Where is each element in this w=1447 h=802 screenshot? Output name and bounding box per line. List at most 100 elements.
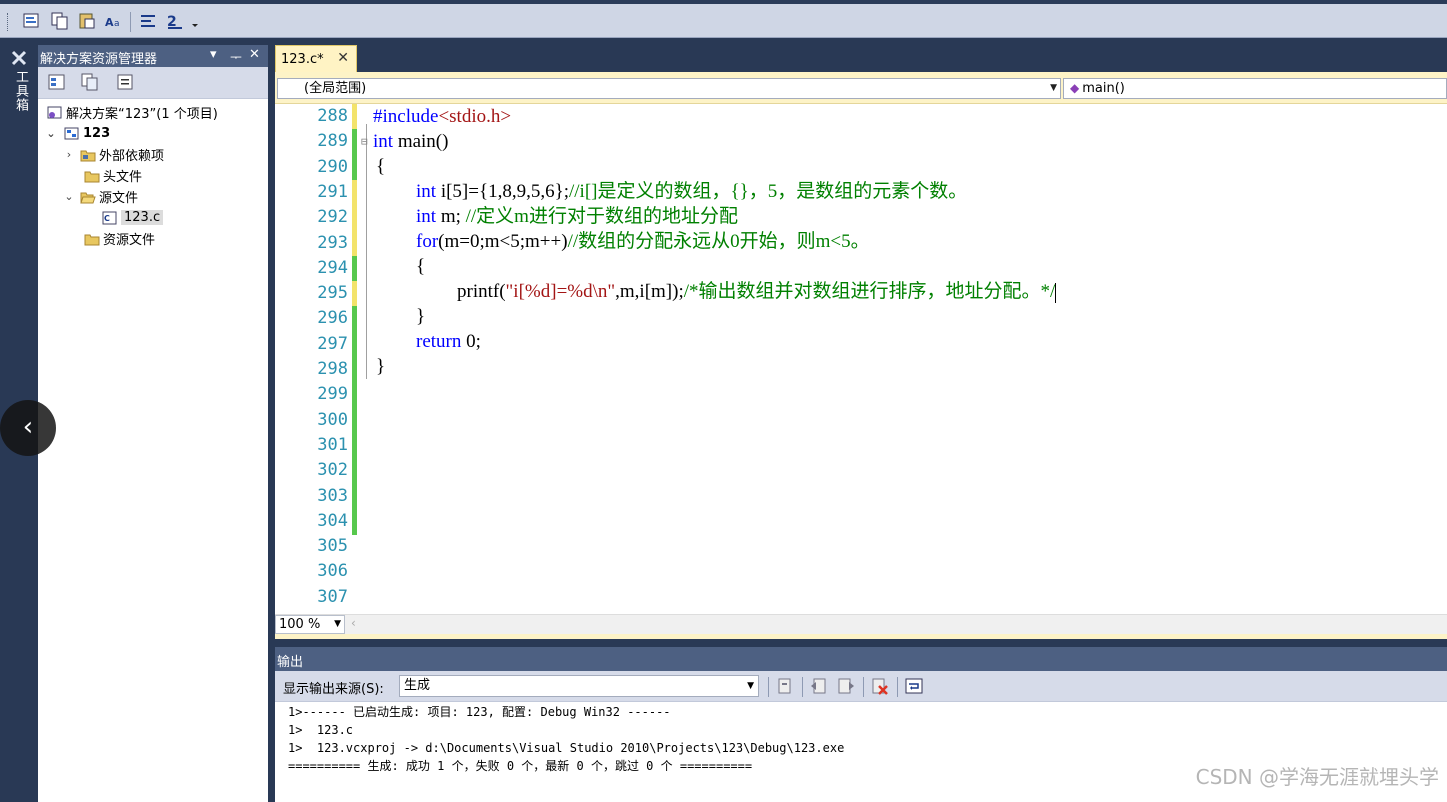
code-token: m; [436,206,466,227]
editor-status-strip: 100 % ▼ ‹ [275,614,1447,634]
solution-explorer-panel: 解决方案资源管理器 ▾ ᅮ ✕ 解决方案“123”(1 个项目) ⌄ 123 ›… [38,45,268,802]
copy-icon[interactable] [50,11,70,31]
line-number: 293 [317,232,348,253]
code-line[interactable]: } [416,304,425,329]
line-number: 304 [317,510,348,531]
prev-message-icon[interactable] [809,676,829,696]
code-line[interactable]: { [376,154,385,179]
line-number: 289 [317,131,348,152]
unsaved-change-marker [352,230,357,257]
find-message-icon[interactable] [775,676,795,696]
toolbar-separator [802,677,803,697]
code-line[interactable]: return 0; [416,329,481,354]
tree-item-headers[interactable]: 头文件 [80,165,142,186]
chevron-left-icon: ‹ [22,412,34,442]
font-icon[interactable]: Aa [104,11,124,31]
code-line[interactable]: int i[5]={1,8,9,5,6};//i[]是定义的数组，{}，5，是数… [416,179,967,204]
saved-change-marker [352,255,357,282]
code-line[interactable]: { [416,254,425,279]
code-line[interactable]: } [376,354,385,379]
toolbox-icon [9,48,29,68]
text-caret [1055,282,1057,303]
tab-123c[interactable]: 123.c* ✕ [275,45,357,72]
clear-all-icon[interactable] [870,676,890,696]
show-all-files-icon[interactable] [80,72,100,92]
svg-text:A: A [105,16,114,29]
chevron-down-icon[interactable]: ⌄ [44,127,58,140]
close-icon[interactable]: ✕ [337,50,349,66]
solution-icon [47,106,63,120]
toolbox-label[interactable]: 工具箱 [11,70,30,112]
line-number: 288 [317,106,348,126]
code-editor[interactable]: 288 289 290 291 292 293 294 295 296 297 298 299 300 3… [275,104,1447,614]
comment-token: /*输出数组并对数组进行排序，地址分配。*/ [683,281,1056,302]
tree-label: 外部依赖项 [99,149,165,164]
back-button[interactable]: ‹ [0,400,56,456]
toolbar-grip[interactable] [7,13,10,31]
editor-tab-strip: 123.c* ✕ [275,45,1447,72]
tree-label: 头文件 [103,170,143,185]
solution-explorer-title: 解决方案资源管理器 [40,52,158,67]
more-icon[interactable] [190,11,200,31]
line-number: 295 [317,283,348,304]
code-line[interactable]: int m; //定义m进行对于数组的地址分配 [416,204,738,229]
code-line[interactable]: for(m=0;m<5;m++)//数组的分配永远从0开始，则m<5。 [416,229,870,254]
saved-change-marker [352,407,357,434]
tree-item-external-deps[interactable]: › 外部依赖项 [62,144,164,165]
paste-icon[interactable] [77,11,97,31]
member-dropdown[interactable]: ◆ main() [1063,78,1447,99]
tree-label: 123 [83,126,111,141]
saved-change-marker [352,357,357,383]
string-token: "i[%d]=%d\n" [505,281,616,302]
tree-item-solution[interactable]: 解决方案“123”(1 个项目) [47,102,218,123]
zoom-dropdown[interactable]: 100 % ▼ [275,615,345,634]
dropdown-arrow-icon[interactable]: ▼ [747,676,754,696]
scope-dropdown[interactable]: (全局范围) ▼ [277,78,1061,99]
output-line: ========== 生成: 成功 1 个，失败 0 个，最新 0 个，跳过 0… [288,759,753,773]
toolbar-separator [897,677,898,697]
dropdown-arrow-icon[interactable]: ▼ [1050,79,1057,98]
dropdown-arrow-icon[interactable]: ▼ [334,616,341,633]
word-wrap-icon[interactable] [904,676,924,696]
align-icon[interactable] [138,11,158,31]
saved-change-marker [352,382,357,409]
output-source-label: 显示输出来源(S): [283,682,384,697]
folder-open-icon [80,190,96,204]
member-value: main() [1082,81,1125,96]
code-line[interactable]: printf("i[%d]=%d\n",m,i[m]);/*输出数组并对数组进行… [457,279,1057,304]
output-header: 输出 [275,647,1447,671]
code-token: main() [393,131,449,152]
toolbar-separator [768,677,769,697]
code-line[interactable]: int main() [373,129,448,154]
zoom-value: 100 % [279,617,321,632]
navigation-bar: (全局范围) ▼ ◆ main() [275,72,1447,104]
folder-icon [84,232,100,246]
comment-icon[interactable]: 2 [165,11,185,31]
line-number: 300 [317,409,348,430]
next-message-icon[interactable] [836,676,856,696]
watermark: CSDN @学海无涯就埋头学 [1195,765,1439,789]
tree-item-sources[interactable]: ⌄ 源文件 [62,186,138,207]
tree-item-file-123c[interactable]: C 123.c [102,207,164,228]
dropdown-icon[interactable]: ▾ [210,47,217,62]
line-number: 297 [317,333,348,354]
tree-item-resources[interactable]: 资源文件 [80,228,155,249]
close-icon[interactable]: ✕ [249,47,260,62]
output-source-dropdown[interactable]: 生成 ▼ [399,675,759,697]
fold-guide [366,124,367,379]
panel-splitter[interactable] [268,45,275,802]
chevron-right-icon[interactable]: › [62,148,76,161]
pin-icon[interactable]: ᅮ [230,47,242,66]
format-icon[interactable] [22,11,42,31]
chevron-down-icon[interactable]: ⌄ [62,190,76,203]
line-number: 303 [317,485,348,506]
view-code-icon[interactable] [115,72,135,92]
properties-icon[interactable] [47,72,67,92]
code-line[interactable]: #include<stdio.h> [373,104,511,129]
line-number: 290 [317,156,348,177]
fold-toggle-icon[interactable]: ⊟ [361,135,368,148]
scroll-left-icon[interactable]: ‹ [351,616,356,630]
tree-item-project[interactable]: ⌄ 123 [44,123,110,144]
line-number: 294 [317,257,348,278]
saved-change-marker [352,508,357,535]
